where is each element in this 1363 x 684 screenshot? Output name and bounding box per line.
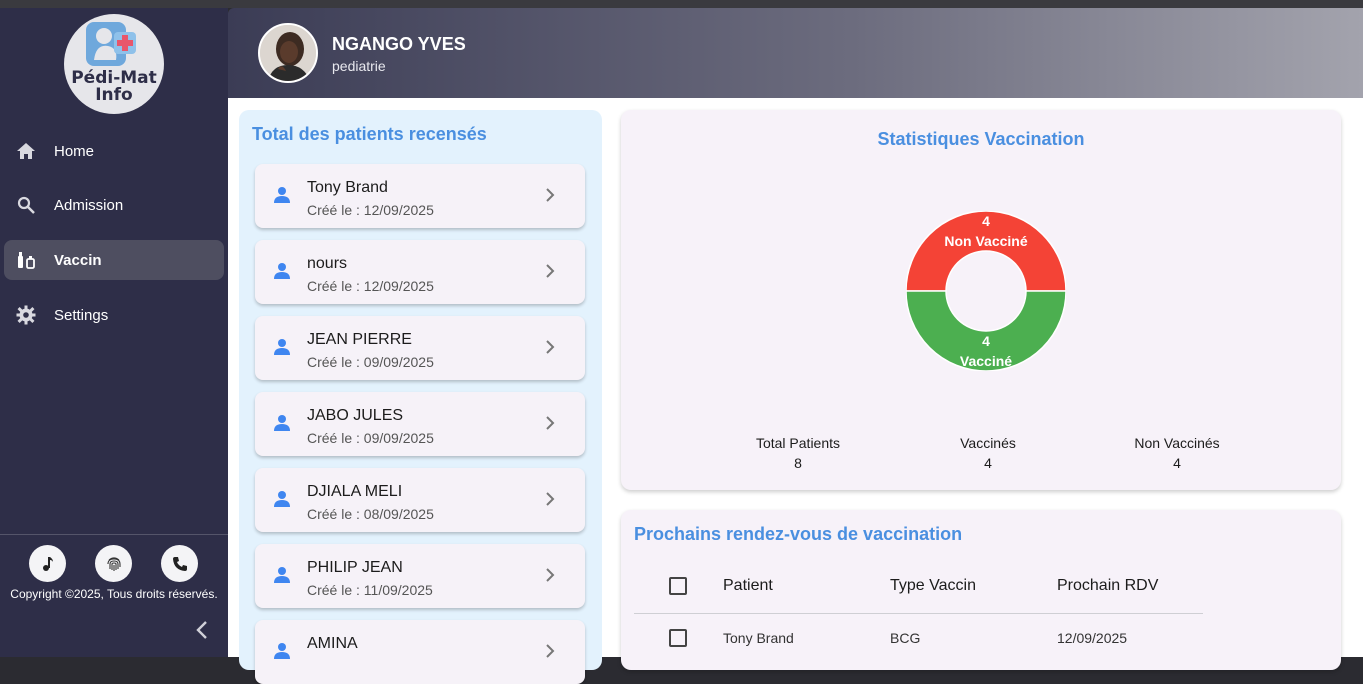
sidebar-item-admission[interactable]: Admission: [4, 185, 224, 225]
sidebar-item-label: Settings: [54, 306, 109, 324]
stat-vaccinated-value: 4: [984, 455, 992, 471]
stat-total-label: Total Patients: [755, 435, 841, 451]
patient-card[interactable]: PHILIP JEAN Créé le : 11/09/2025: [255, 544, 585, 608]
logo-line-2: Info: [95, 85, 133, 105]
mother-baby-icon: [86, 22, 136, 66]
column-header-type-vaccin[interactable]: Type Vaccin: [890, 577, 976, 595]
person-icon: [273, 414, 291, 437]
sidebar-footer: Copyright ©2025, Tous droits réservés.: [0, 534, 228, 657]
sidebar-item-settings[interactable]: Settings: [4, 295, 224, 335]
patient-name: AMINA: [307, 635, 358, 652]
patient-name: JABO JULES: [307, 407, 404, 424]
patient-name: PHILIP JEAN: [307, 559, 403, 576]
chevron-right-icon: [545, 263, 555, 284]
table-cell-date: 12/09/2025: [1057, 630, 1128, 646]
row-checkbox[interactable]: [669, 629, 687, 647]
chevron-left-icon: [196, 621, 207, 639]
chevron-right-icon: [545, 415, 555, 436]
patient-card[interactable]: nours Créé le : 12/09/2025: [255, 240, 585, 304]
patient-name: DJIALA MELI: [307, 483, 403, 500]
person-icon: [273, 338, 291, 361]
gear-icon: [6, 305, 46, 325]
column-header-prochain-rdv[interactable]: Prochain RDV: [1057, 577, 1158, 595]
avatar[interactable]: [258, 23, 318, 83]
home-icon: [6, 142, 46, 160]
stats-title: Statistiques Vaccination: [877, 129, 1085, 149]
stat-total-value: 8: [794, 455, 802, 471]
phone-icon: [172, 556, 187, 571]
patient-card[interactable]: DJIALA MELI Créé le : 08/09/2025: [255, 468, 585, 532]
person-icon: [273, 642, 291, 665]
donut-category-label: Non Vacciné: [944, 233, 1027, 249]
stat-vaccinated-label: Vaccinés: [960, 435, 1016, 451]
donut-category-label: Vacciné: [960, 353, 1012, 369]
patient-created-date: Créé le : 12/09/2025: [307, 278, 434, 294]
patients-panel-title: Total des patients recensés: [252, 124, 487, 144]
table-cell-patient: Tony Brand: [723, 630, 794, 646]
chevron-right-icon: [545, 187, 555, 208]
column-header-patient[interactable]: Patient: [723, 577, 773, 595]
fingerprint-button[interactable]: [95, 545, 132, 582]
stat-vaccinated: Vaccinés 4: [908, 435, 1068, 471]
patient-card[interactable]: Tony Brand Créé le : 12/09/2025: [255, 164, 585, 228]
table-cell-type: BCG: [890, 630, 921, 646]
profile-header: NGANGO YVES pediatrie: [228, 8, 1363, 98]
copyright-text: Copyright ©2025, Tous droits réservés.: [10, 587, 218, 601]
appointments-card: Prochains rendez-vous de vaccination Pat…: [621, 510, 1341, 670]
patient-created-date: Créé le : 08/09/2025: [307, 506, 434, 522]
app-logo[interactable]: Pédi-Mat Info: [64, 14, 164, 114]
music-button[interactable]: [29, 545, 66, 582]
select-all-checkbox[interactable]: [669, 577, 687, 595]
appointments-title: Prochains rendez-vous de vaccination: [634, 524, 963, 544]
patients-panel: Total des patients recensés Tony Brand Cr…: [239, 110, 602, 684]
patient-created-date: Créé le : 12/09/2025: [307, 202, 434, 218]
patient-created-date: Créé le : 09/09/2025: [307, 354, 434, 370]
vaccine-icon: [6, 250, 46, 270]
donut-value-label: 4: [982, 213, 990, 229]
patient-name: nours: [307, 255, 348, 272]
patient-card[interactable]: AMINA: [255, 620, 585, 684]
person-icon: [273, 262, 291, 285]
patient-card[interactable]: JEAN PIERRE Créé le : 09/09/2025: [255, 316, 585, 380]
stat-non-vaccinated: Non Vaccinés 4: [1097, 435, 1257, 471]
stat-non-vaccinated-value: 4: [1173, 455, 1181, 471]
person-icon: [273, 186, 291, 209]
vaccination-stats-card: Statistiques Vaccination 4 Non Vacciné 4 Va…: [621, 110, 1341, 490]
person-icon: [273, 490, 291, 513]
user-name: NGANGO YVES: [332, 34, 466, 54]
person-icon: [273, 566, 291, 589]
patient-created-date: Créé le : 09/09/2025: [307, 430, 434, 446]
patient-name: JEAN PIERRE: [307, 331, 412, 348]
collapse-sidebar-button[interactable]: [194, 620, 210, 645]
sidebar-item-label: Home: [54, 142, 95, 160]
sidebar-item-home[interactable]: Home: [4, 131, 224, 171]
music-icon: [42, 556, 53, 571]
table-divider: [634, 613, 1203, 614]
window-top-strip: [0, 0, 1363, 8]
vaccination-donut-chart: 4 Non Vacciné 4 Vacciné: [906, 211, 1066, 371]
avatar-photo: [260, 25, 316, 81]
chevron-right-icon: [545, 643, 555, 664]
logo-text: Pédi-Mat Info: [64, 70, 164, 104]
user-role: pediatrie: [332, 58, 386, 74]
stat-total: Total Patients 8: [718, 435, 878, 471]
stat-non-vaccinated-label: Non Vaccinés: [1134, 435, 1220, 451]
patient-created-date: Créé le : 11/09/2025: [307, 582, 433, 598]
sidebar-item-label: Admission: [54, 196, 124, 214]
sidebar-item-vaccin[interactable]: Vaccin: [4, 240, 224, 280]
chevron-right-icon: [545, 339, 555, 360]
donut-value-label: 4: [982, 333, 990, 349]
chevron-right-icon: [545, 567, 555, 588]
search-icon: [6, 196, 46, 214]
phone-button[interactable]: [161, 545, 198, 582]
main-content: Total des patients recensés Tony Brand Cr…: [228, 98, 1363, 684]
patient-name: Tony Brand: [307, 179, 388, 196]
fingerprint-icon: [106, 556, 121, 571]
sidebar: Pédi-Mat Info Home Admission Vaccin Sett…: [0, 8, 228, 657]
chevron-right-icon: [545, 491, 555, 512]
patient-card[interactable]: JABO JULES Créé le : 09/09/2025: [255, 392, 585, 456]
sidebar-item-label: Vaccin: [54, 251, 102, 269]
